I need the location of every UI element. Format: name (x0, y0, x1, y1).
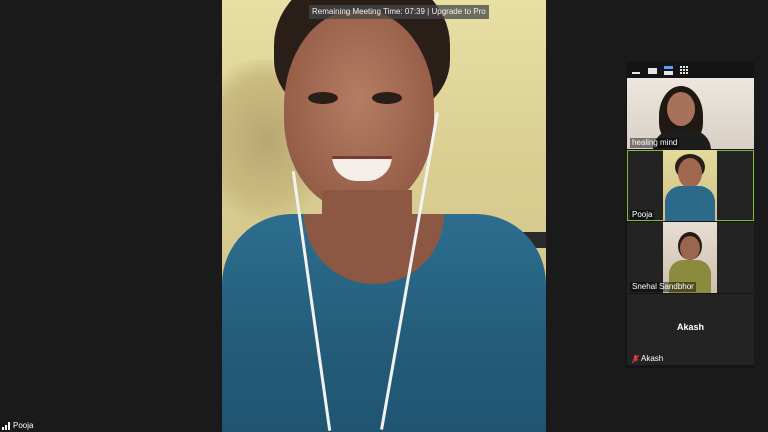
speaker-eye-right (372, 92, 402, 104)
participant-name-label: Snehal Sandbhor (630, 282, 696, 292)
active-speaker-name: Pooja (13, 421, 34, 430)
participant-video (663, 150, 717, 221)
minimize-icon[interactable] (630, 64, 642, 76)
participant-name-row: Akash (630, 354, 665, 364)
participant-tile-pooja[interactable]: Pooja (627, 150, 754, 221)
signal-strength-icon (2, 422, 10, 430)
participant-tile-akash[interactable]: Akash Akash (627, 294, 754, 365)
participant-tile-snehal-sandbhor[interactable]: Snehal Sandbhor (627, 222, 754, 293)
muted-mic-icon (632, 354, 639, 363)
active-speaker-label: Pooja (2, 420, 33, 432)
participant-name-label: healing mind (630, 138, 680, 148)
meeting-window: Remaining Meeting Time: 07:39 | Upgrade … (0, 0, 768, 432)
participant-gallery-panel: healing mind Pooja Snehal Sandbhor Akash (626, 62, 754, 368)
participant-name-label: Akash (641, 354, 664, 363)
gallery-toolbar (626, 62, 758, 78)
thumbnail-view-icon[interactable] (646, 64, 658, 76)
speaker-eye-left (308, 92, 338, 104)
gallery-view-icon[interactable] (678, 64, 690, 76)
remaining-time-banner[interactable]: Remaining Meeting Time: 07:39 | Upgrade … (309, 5, 489, 19)
participant-tile-healing-mind[interactable]: healing mind (627, 78, 754, 149)
participant-display-name: Akash (676, 322, 704, 332)
active-speaker-video (222, 0, 546, 432)
speaker-view-icon[interactable] (662, 64, 674, 76)
participant-name-label: Pooja (630, 210, 655, 220)
